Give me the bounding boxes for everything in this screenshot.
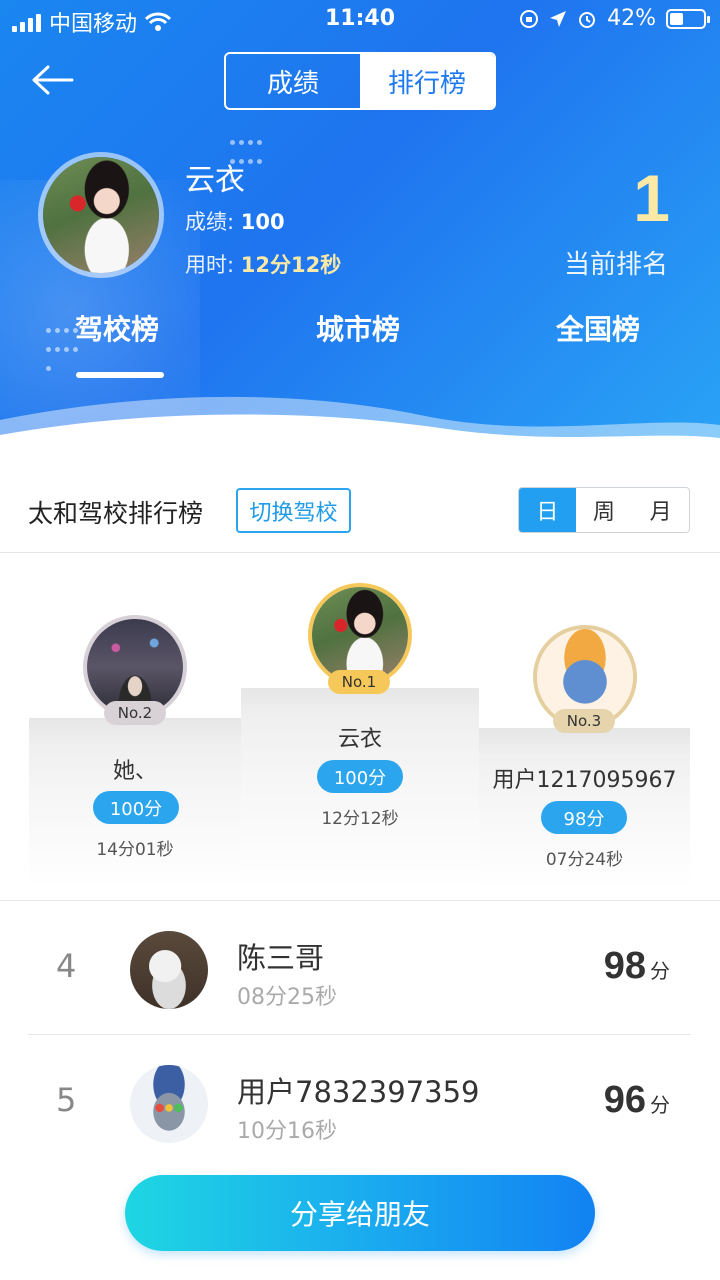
alarm-icon — [579, 11, 596, 28]
my-score-label: 成绩: — [185, 210, 235, 234]
header-wave — [0, 396, 720, 455]
battery-percent: 42% — [607, 6, 656, 31]
current-rank-label: 当前排名 — [563, 250, 668, 280]
tab-national[interactable]: 全国榜 — [556, 308, 640, 348]
status-bar: 中国移动 11:40 42% — [0, 0, 720, 40]
segment-ranking[interactable]: 排行榜 — [360, 54, 494, 108]
list-rank: 5 — [56, 1081, 77, 1119]
podium-name-1: 云衣 — [337, 727, 382, 752]
segmented-control: 成绩 排行榜 — [224, 52, 496, 110]
avatar — [130, 1065, 208, 1143]
podium-time-3: 07分24秒 — [545, 850, 624, 870]
segment-score[interactable]: 成绩 — [226, 54, 360, 108]
list-score-value: 98 — [603, 945, 646, 987]
podium-time-2: 14分01秒 — [96, 840, 174, 860]
share-button[interactable]: 分享给朋友 — [125, 1175, 595, 1251]
my-time-label: 用时: — [185, 253, 235, 277]
my-name: 云衣 — [185, 163, 245, 198]
list-score: 96 分 — [604, 1079, 670, 1122]
tab-city[interactable]: 城市榜 — [316, 308, 400, 348]
list-rank: 4 — [56, 947, 77, 985]
podium-badge-3: No.3 — [553, 709, 615, 733]
period-day[interactable]: 日 — [519, 488, 576, 532]
back-arrow-icon[interactable] — [28, 60, 78, 100]
podium-badge-2: No.2 — [104, 701, 166, 725]
my-time-line: 用时: 12分12秒 — [185, 249, 341, 279]
list-time: 10分16秒 — [237, 1119, 337, 1144]
rotation-lock-icon — [520, 9, 539, 28]
podium-time-1: 12分12秒 — [321, 809, 399, 829]
podium-name-3: 用户1217095967 — [492, 768, 677, 793]
avatar — [130, 931, 208, 1009]
list-item[interactable]: 4 陈三哥 08分25秒 98 分 — [0, 901, 720, 1035]
current-rank-number: 1 — [633, 161, 670, 235]
list-time: 08分25秒 — [237, 985, 337, 1010]
podium: No.1 云衣 100分 12分12秒 No.2 她、 100分 14分01秒 … — [0, 553, 720, 900]
list-score: 98 分 — [604, 945, 670, 988]
list-score-value: 96 — [603, 1079, 646, 1121]
filter-bar: 太和驾校排行榜 切换驾校 日 周 月 — [0, 455, 720, 553]
period-week[interactable]: 周 — [576, 488, 633, 532]
tab-active-indicator — [76, 372, 164, 378]
header: 中国移动 11:40 42% 成绩 排行榜 云衣 成绩: 100 用时: 12分… — [0, 0, 720, 455]
period-selector: 日 周 月 — [518, 487, 690, 533]
podium-score-1: 100分 — [317, 760, 403, 793]
podium-score-2: 100分 — [93, 791, 179, 824]
list-name: 用户7832397359 — [237, 1075, 480, 1109]
period-month[interactable]: 月 — [632, 488, 689, 532]
podium-score-3: 98分 — [541, 801, 627, 834]
list-item[interactable]: 5 用户7832397359 10分16秒 96 分 — [0, 1035, 720, 1169]
list-score-unit: 分 — [650, 1093, 670, 1117]
location-icon — [550, 10, 567, 27]
my-avatar — [38, 152, 164, 278]
tab-school[interactable]: 驾校榜 — [75, 308, 159, 348]
my-time-value: 12分12秒 — [240, 253, 342, 277]
podium-badge-1: No.1 — [328, 670, 390, 694]
my-score-value: 100 — [240, 210, 285, 234]
my-score-line: 成绩: 100 — [185, 206, 285, 236]
podium-name-2: 她、 — [112, 759, 157, 784]
school-ranking-title: 太和驾校排行榜 — [28, 499, 204, 528]
list-score-unit: 分 — [650, 959, 670, 983]
list-name: 陈三哥 — [237, 941, 325, 975]
battery-icon — [666, 8, 710, 29]
switch-school-button[interactable]: 切换驾校 — [236, 488, 351, 533]
